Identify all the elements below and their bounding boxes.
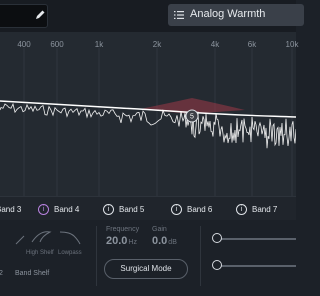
- frequency-value[interactable]: 20.0Hz: [106, 235, 137, 247]
- high-shelf-option[interactable]: High Shelf: [26, 250, 54, 256]
- filter-shape-icons: [15, 231, 81, 245]
- eq-node-label: 5: [190, 114, 194, 121]
- band-3-tab[interactable]: Band 3: [0, 201, 21, 217]
- eq-graph[interactable]: 5: [0, 32, 296, 196]
- band-shape-left-fragment: 2: [0, 270, 3, 277]
- slider-1-track[interactable]: [216, 238, 296, 240]
- band-4-tab[interactable]: i Band 4: [38, 201, 79, 217]
- lowpass-option[interactable]: Lowpass: [58, 250, 82, 256]
- list-menu-icon[interactable]: [174, 10, 184, 20]
- lowpass-icon: [59, 231, 81, 245]
- frequency-label: Frequency: [106, 226, 140, 233]
- surgical-mode-button[interactable]: Surgical Mode: [104, 259, 188, 279]
- preset-name: Analog Warmth: [190, 8, 266, 20]
- band-6-tab[interactable]: i Band 6: [171, 201, 212, 217]
- panel-divider-right: [200, 226, 201, 286]
- panel-divider: [96, 226, 97, 286]
- band-3-label: Band 3: [0, 204, 22, 214]
- band-7-label: Band 7: [252, 204, 278, 214]
- pen-icon[interactable]: [34, 9, 46, 21]
- band-7-tab[interactable]: i Band 7: [236, 201, 277, 217]
- band-5-info-icon: i: [103, 203, 114, 215]
- band-5-label: Band 5: [119, 204, 145, 214]
- slider-2-track[interactable]: [216, 265, 296, 267]
- band-4-label: Band 4: [54, 204, 80, 214]
- high-shelf-icon: [31, 231, 52, 243]
- band-7-info-icon: i: [236, 203, 247, 215]
- gain-label: Gain: [152, 226, 167, 233]
- gain-value[interactable]: 0.0dB: [152, 235, 177, 247]
- band-6-info-icon: i: [171, 203, 182, 215]
- band-6-label: Band 6: [187, 204, 213, 214]
- slider-1-knob[interactable]: [212, 233, 222, 243]
- band-shape-label: Band Shelf: [15, 270, 50, 277]
- slider-2-knob[interactable]: [212, 260, 222, 270]
- band-4-info-icon: i: [38, 203, 49, 215]
- band-5-tab[interactable]: i Band 5: [103, 201, 144, 217]
